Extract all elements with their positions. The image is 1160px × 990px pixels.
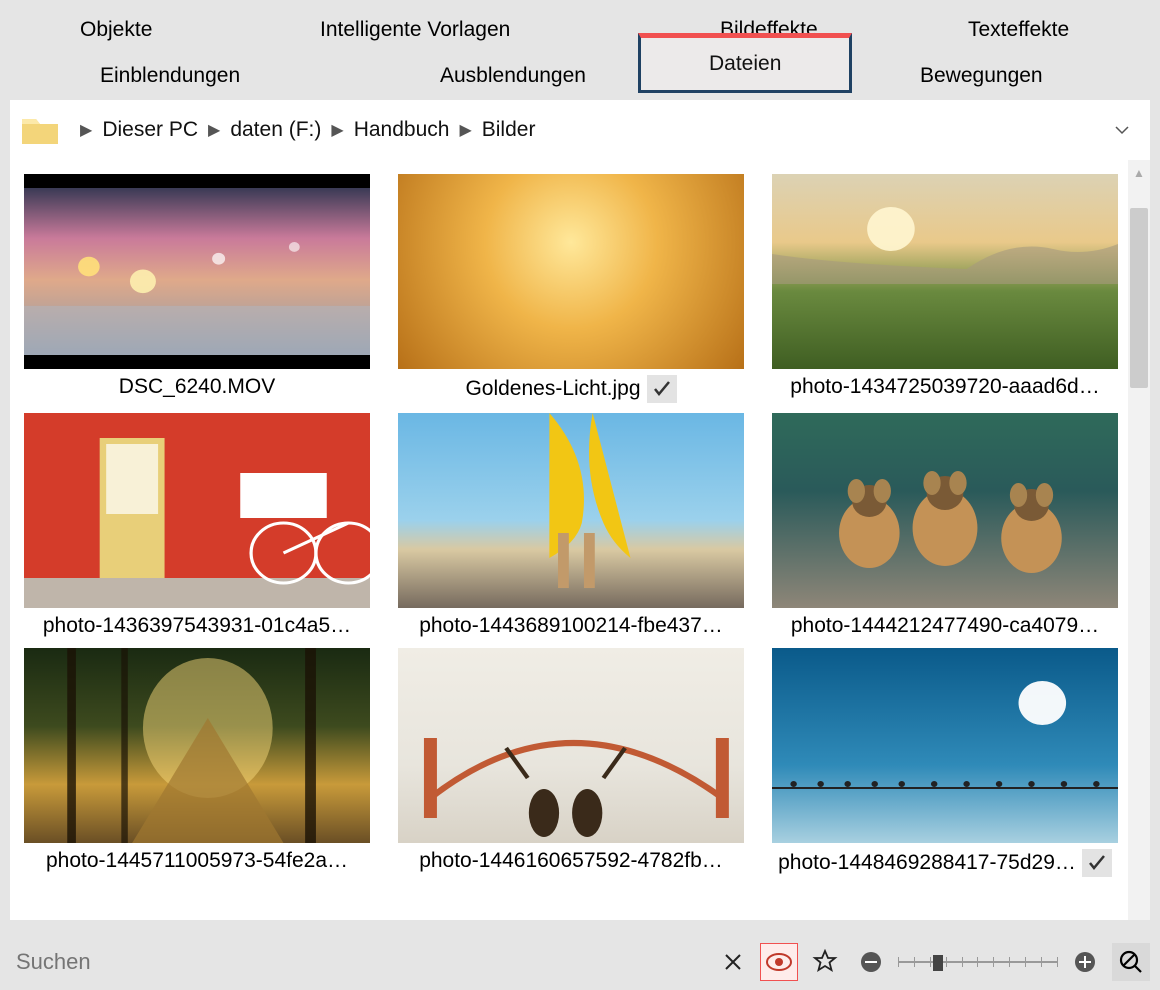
breadcrumb-item-2[interactable]: Handbuch	[354, 118, 450, 142]
zoom-reset-button[interactable]	[1112, 943, 1150, 981]
file-item[interactable]: Goldenes-Licht.jpg	[398, 174, 744, 403]
preview-toggle-button[interactable]	[760, 943, 798, 981]
file-name: DSC_6240.MOV	[119, 375, 275, 399]
tab-einblendungen[interactable]: Einblendungen	[80, 58, 260, 94]
bottom-toolbar	[8, 940, 1150, 984]
breadcrumb-item-3[interactable]: Bilder	[482, 118, 536, 142]
chevron-right-icon[interactable]: ▶	[80, 120, 92, 140]
breadcrumb-bar: ▶ Dieser PC ▶ daten (F:) ▶ Handbuch ▶ Bi…	[10, 100, 1150, 160]
chevron-right-icon[interactable]: ▶	[331, 120, 343, 140]
thumbnail-image	[24, 413, 370, 608]
file-name: photo-1448469288417-75d29…	[778, 851, 1076, 875]
breadcrumb-dropdown[interactable]	[1108, 116, 1136, 144]
folder-icon	[20, 111, 60, 149]
thumbnail-image	[772, 413, 1118, 608]
file-name: Goldenes-Licht.jpg	[465, 377, 640, 401]
zoom-out-button[interactable]	[852, 943, 890, 981]
file-item[interactable]: photo-1434725039720-aaad6d…	[772, 174, 1118, 403]
tab-objekte[interactable]: Objekte	[60, 12, 172, 48]
file-item[interactable]: photo-1445711005973-54fe2a…	[24, 648, 370, 877]
file-name: photo-1445711005973-54fe2a…	[46, 849, 348, 873]
breadcrumb-item-1[interactable]: daten (F:)	[230, 118, 321, 142]
check-icon[interactable]	[647, 375, 677, 403]
tab-intelligente-vorlagen[interactable]: Intelligente Vorlagen	[300, 12, 530, 48]
tab-dateien[interactable]: Dateien	[638, 33, 852, 93]
scroll-up-icon[interactable]: ▲	[1133, 166, 1145, 180]
file-name: photo-1436397543931-01c4a5…	[43, 614, 351, 638]
thumbnail-image	[772, 648, 1118, 843]
file-name: photo-1446160657592-4782fb…	[419, 849, 723, 873]
check-icon[interactable]	[1082, 849, 1112, 877]
file-gallery: DSC_6240.MOV Goldenes-Licht.jpg photo-14…	[10, 160, 1150, 920]
file-item[interactable]: photo-1444212477490-ca4079…	[772, 413, 1118, 638]
thumbnail-image	[398, 648, 744, 843]
file-name: photo-1444212477490-ca4079…	[791, 614, 1099, 638]
tab-bar: Objekte Intelligente Vorlagen Bildeffekt…	[0, 0, 1160, 100]
file-item[interactable]: photo-1446160657592-4782fb…	[398, 648, 744, 877]
tab-ausblendungen[interactable]: Ausblendungen	[420, 58, 606, 94]
file-item[interactable]: photo-1448469288417-75d29…	[772, 648, 1118, 877]
zoom-slider-thumb[interactable]	[933, 955, 943, 971]
thumbnail-image	[398, 413, 744, 608]
thumbnail-image	[24, 648, 370, 843]
zoom-slider[interactable]	[898, 947, 1058, 977]
chevron-right-icon[interactable]: ▶	[208, 120, 220, 140]
scrollbar-thumb[interactable]	[1130, 208, 1148, 388]
thumbnail-image	[772, 174, 1118, 369]
favorites-button[interactable]	[806, 943, 844, 981]
thumbnail-video	[24, 174, 370, 369]
clear-search-button[interactable]	[714, 943, 752, 981]
breadcrumb-item-0[interactable]: Dieser PC	[102, 118, 198, 142]
vertical-scrollbar[interactable]: ▲	[1128, 160, 1150, 920]
file-item[interactable]: photo-1436397543931-01c4a5…	[24, 413, 370, 638]
zoom-in-button[interactable]	[1066, 943, 1104, 981]
search-input[interactable]	[8, 941, 706, 983]
file-item[interactable]: DSC_6240.MOV	[24, 174, 370, 403]
chevron-right-icon[interactable]: ▶	[459, 120, 471, 140]
file-name: photo-1443689100214-fbe437…	[419, 614, 723, 638]
tab-texteffekte[interactable]: Texteffekte	[948, 12, 1089, 48]
thumbnail-image	[398, 174, 744, 369]
file-name: photo-1434725039720-aaad6d…	[790, 375, 1099, 399]
file-item[interactable]: photo-1443689100214-fbe437…	[398, 413, 744, 638]
tab-bewegungen[interactable]: Bewegungen	[900, 58, 1063, 94]
